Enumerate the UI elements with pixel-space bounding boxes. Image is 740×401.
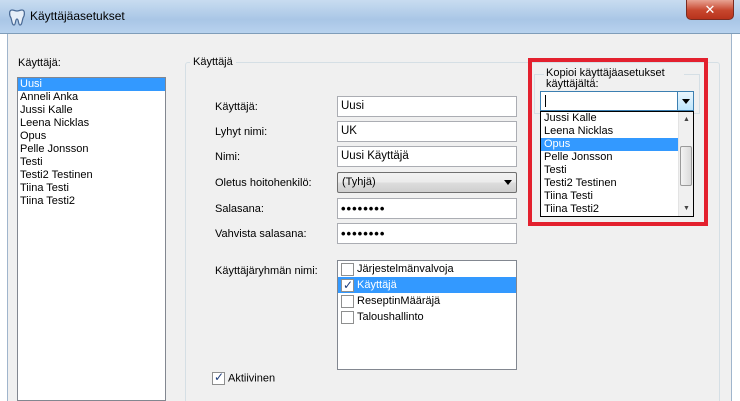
dropdown-option[interactable]: Leena Nicklas	[541, 125, 693, 138]
user-list-item[interactable]: Tiina Testi	[18, 182, 165, 195]
dropdown-option[interactable]: Tiina Testi2	[541, 203, 693, 216]
confirm-password-field[interactable]: ••••••••	[337, 223, 517, 244]
group-item[interactable]: Taloushallinto	[338, 309, 516, 325]
group-item-label: Taloushallinto	[357, 311, 424, 323]
caretaker-label: Oletus hoitohenkilö:	[215, 177, 312, 189]
text-caret	[545, 95, 546, 107]
name-field[interactable]: Uusi Käyttäjä	[337, 146, 517, 167]
caretaker-select[interactable]: (Tyhjä)	[337, 172, 517, 193]
dropdown-option[interactable]: Jussi Kalle	[541, 112, 693, 125]
checkbox-icon[interactable]	[341, 294, 354, 308]
user-groupbox-title: Käyttäjä	[190, 56, 236, 68]
username-label: Käyttäjä:	[215, 101, 258, 113]
copy-settings-title: Kopioi käyttäjäasetukset käyttäjältä:	[544, 68, 684, 90]
password-field[interactable]: ••••••••	[337, 198, 517, 219]
group-item[interactable]: Käyttäjä	[338, 277, 516, 293]
close-button[interactable]: ✕	[686, 0, 734, 20]
checkbox-icon[interactable]	[341, 310, 354, 324]
user-list-item[interactable]: Uusi	[18, 78, 165, 91]
user-list-item[interactable]: Testi2 Testinen	[18, 169, 165, 182]
title-bar: Käyttäjäasetukset ✕	[0, 0, 740, 34]
group-item-label: ReseptinMääräjä	[357, 295, 441, 307]
confirm-password-label: Vahvista salasana:	[215, 228, 307, 240]
dropdown-option[interactable]: Tiina Testi	[541, 190, 693, 203]
dropdown-option[interactable]: Opus	[541, 138, 693, 151]
copy-settings-dropdown-list[interactable]: Jussi Kalle Leena Nicklas Opus Pelle Jonsso…	[540, 111, 694, 217]
active-checkbox[interactable]: Aktiivinen	[212, 370, 276, 385]
dropdown-scrollbar[interactable]: ▲ ▼	[678, 112, 693, 216]
group-item[interactable]: Järjestelmänvalvoja	[338, 261, 516, 277]
group-item[interactable]: ReseptinMääräjä	[338, 293, 516, 309]
caretaker-value: (Tyhjä)	[342, 176, 376, 188]
groups-checklist[interactable]: Järjestelmänvalvoja Käyttäjä ReseptinMäärä…	[337, 260, 517, 370]
tooth-icon	[8, 7, 26, 27]
user-listbox[interactable]: Uusi Anneli Anka Jussi Kalle Leena Nicklas O…	[17, 77, 166, 401]
user-list-item[interactable]: Testi	[18, 156, 165, 169]
checkbox-icon[interactable]	[341, 262, 354, 276]
checkbox-icon[interactable]	[341, 277, 354, 293]
dropdown-option[interactable]: Testi2 Testinen	[541, 177, 693, 190]
password-label: Salasana:	[215, 203, 264, 215]
group-item-label: Järjestelmänvalvoja	[357, 263, 454, 275]
group-item-label: Käyttäjä	[357, 279, 397, 291]
window-title: Käyttäjäasetukset	[30, 9, 125, 23]
dropdown-option[interactable]: Testi	[541, 164, 693, 177]
username-field[interactable]: Uusi	[337, 96, 517, 117]
scroll-up-arrow-icon[interactable]: ▲	[679, 112, 693, 127]
active-label: Aktiivinen	[228, 372, 276, 385]
dropdown-option[interactable]: Pelle Jonsson	[541, 151, 693, 164]
checkbox-icon	[212, 370, 225, 385]
user-list-item[interactable]: Jussi Kalle	[18, 104, 165, 117]
chevron-down-icon	[504, 180, 512, 185]
scroll-thumb[interactable]	[680, 146, 692, 186]
chevron-down-icon[interactable]	[677, 92, 693, 110]
groups-label: Käyttäjäryhmän nimi:	[215, 265, 318, 277]
name-label: Nimi:	[215, 151, 241, 163]
user-list-label: Käyttäjä:	[18, 57, 61, 69]
shortname-field[interactable]: UK	[337, 121, 517, 142]
user-list-item[interactable]: Anneli Anka	[18, 91, 165, 104]
close-icon: ✕	[704, 2, 716, 17]
user-list-item[interactable]: Pelle Jonsson	[18, 143, 165, 156]
shortname-label: Lyhyt nimi:	[215, 126, 268, 138]
copy-settings-combo[interactable]	[540, 91, 694, 111]
scroll-down-arrow-icon[interactable]: ▼	[679, 201, 693, 216]
user-list-item[interactable]: Opus	[18, 130, 165, 143]
user-list-item[interactable]: Leena Nicklas	[18, 117, 165, 130]
user-list-item[interactable]: Tiina Testi2	[18, 195, 165, 208]
